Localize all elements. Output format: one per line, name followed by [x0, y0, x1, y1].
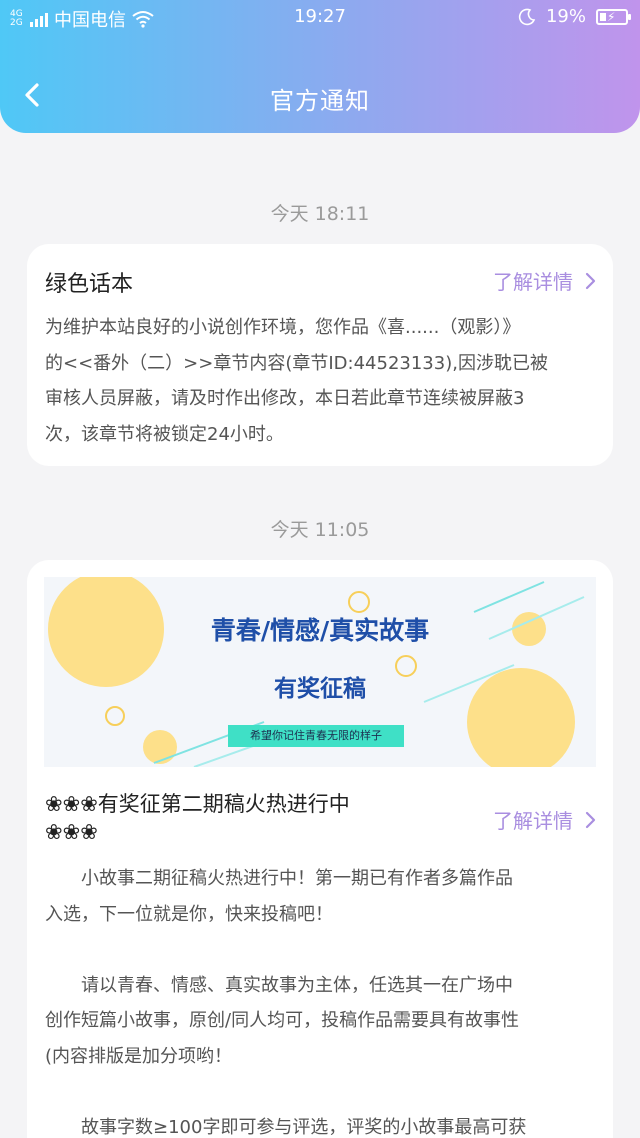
notification-title-line: ❀❀❀: [45, 820, 98, 844]
notification-timestamp: 今天 18:11: [270, 203, 370, 225]
learn-more-link[interactable]: 了解详情: [493, 266, 597, 295]
contest-banner-image[interactable]: 青春/情感/真实故事 有奖征稿 希望你记住青春无限的样子: [44, 577, 596, 767]
status-right: 19% ⚡: [518, 6, 631, 27]
notification-title: ❀❀❀有奖征第二期稿火热进行中 ❀❀❀: [45, 790, 485, 846]
body-line: [45, 932, 605, 968]
notification-card[interactable]: 青春/情感/真实故事 有奖征稿 希望你记住青春无限的样子 ❀❀❀有奖征第二期稿火…: [27, 560, 613, 1138]
header-bar: 4G 2G 中国电信 19:27 19% ⚡ 官方通知: [0, 0, 640, 133]
banner-tagline: 希望你记住青春无限的样子: [228, 725, 404, 747]
battery-percentage: 19%: [545, 6, 586, 27]
banner-headline: 青春/情感/真实故事: [210, 616, 430, 645]
notification-title-line: ❀❀❀有奖征第二期稿火热进行中: [45, 792, 350, 816]
battery-charging-icon: ⚡: [596, 8, 631, 25]
body-line: 入选，下一位就是你，快来投稿吧！: [45, 903, 333, 925]
body-line: 审核人员屏蔽，请及时作出修改，本日若此章节连续被屏蔽3: [45, 388, 525, 409]
body-line: 小故事二期征稿火热进行中！第一期已有作者多篇作品: [45, 868, 513, 889]
chevron-right-icon: [585, 272, 596, 289]
body-line: 次，该章节将被锁定24小时。: [45, 423, 284, 445]
body-line: 故事字数≥100字即可参与评选，评奖的小故事最高可获: [45, 1116, 527, 1138]
learn-more-label: 了解详情: [493, 270, 573, 294]
body-line: (内容排版是加分项哟！: [45, 1045, 233, 1067]
notification-card[interactable]: 绿色话本 了解详情 为维护本站良好的小说创作环境，您作品《喜......（观影）…: [27, 244, 613, 466]
body-line: 创作短篇小故事，原创/同人均可，投稿作品需要具有故事性: [45, 1010, 520, 1031]
body-line: 请以青春、情感、真实故事为主体，任选其一在广场中: [45, 974, 513, 996]
body-line: 的<<番外（二）>>章节内容(章节ID:44523133),因涉耽已被: [45, 352, 548, 374]
learn-more-label: 了解详情: [493, 809, 573, 833]
notification-body: 为维护本站良好的小说创作环境，您作品《喜......（观影）》 的<<番外（二）…: [45, 310, 605, 452]
learn-more-link[interactable]: 了解详情: [493, 805, 597, 834]
notification-body: 小故事二期征稿火热进行中！第一期已有作者多篇作品 入选，下一位就是你，快来投稿吧…: [45, 861, 605, 1138]
moon-icon: [518, 8, 536, 25]
body-line: 为维护本站良好的小说创作环境，您作品《喜......（观影）》: [45, 317, 521, 338]
chevron-right-icon: [585, 811, 596, 828]
banner-subheadline: 有奖征稿: [274, 676, 366, 702]
page-title: 官方通知: [270, 87, 370, 115]
body-line: [45, 1074, 605, 1110]
notification-title: 绿色话本: [45, 272, 134, 297]
status-bar: 4G 2G 中国电信 19:27 19% ⚡: [0, 0, 640, 34]
notification-timestamp: 今天 11:05: [270, 519, 370, 541]
